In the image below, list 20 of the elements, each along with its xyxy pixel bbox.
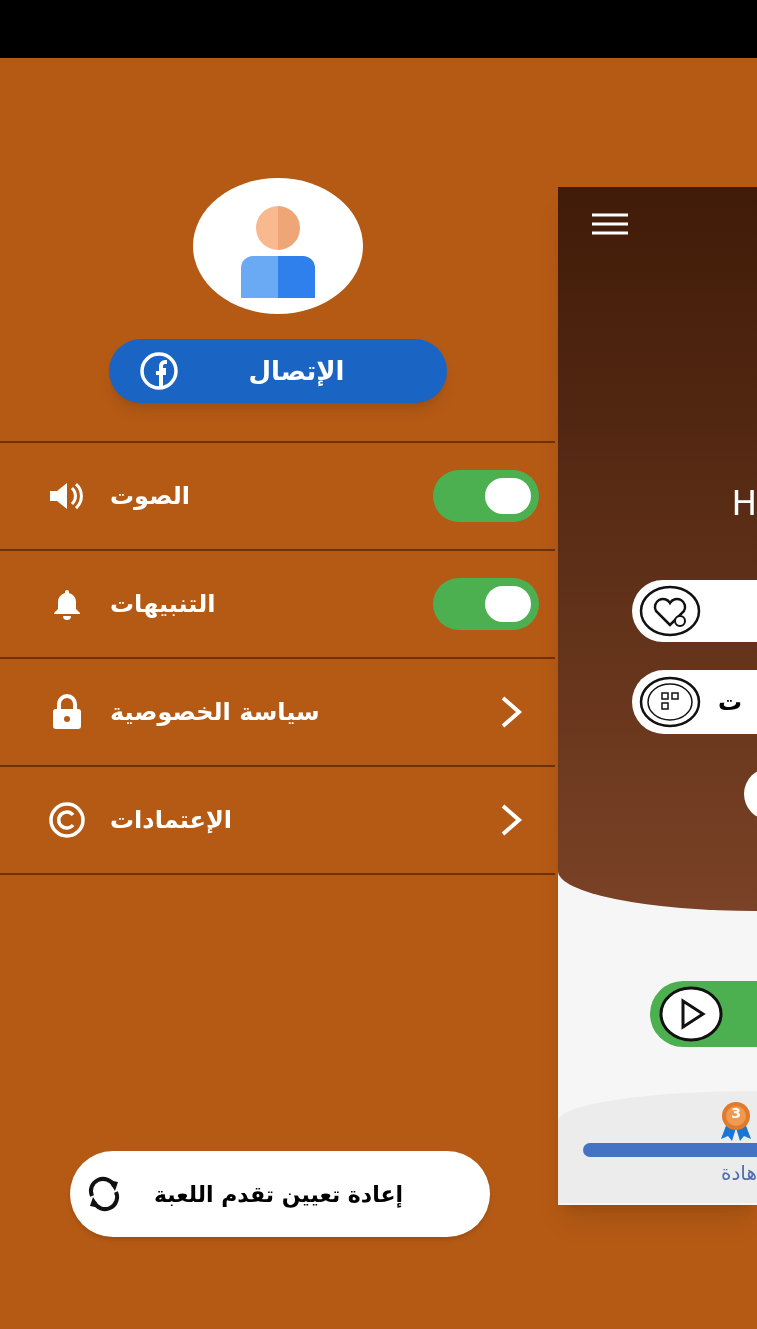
facebook-icon — [138, 351, 179, 391]
screen-title: H — [731, 486, 757, 520]
grid-icon — [638, 676, 702, 728]
category-button[interactable]: ت — [632, 670, 757, 734]
speaker-icon — [48, 480, 86, 512]
setting-label: التنبيهات — [110, 589, 216, 620]
play-button[interactable] — [650, 981, 757, 1047]
toggle-switch[interactable] — [433, 470, 539, 522]
favorite-button[interactable] — [632, 580, 757, 642]
setting-label: سياسة الخصوصية — [110, 697, 320, 728]
copyright-icon — [48, 801, 86, 839]
toggle-switch[interactable] — [433, 578, 539, 630]
menu-icon[interactable] — [590, 212, 630, 236]
login-button[interactable]: الإتصال — [108, 339, 447, 403]
setting-label: الصوت — [110, 481, 191, 512]
certificate-label: هادة — [720, 1163, 757, 1183]
avatar-icon — [192, 178, 363, 314]
reset-progress-button[interactable]: إعادة تعيين تقدم اللعبة — [70, 1151, 490, 1237]
lock-icon — [50, 694, 84, 730]
setting-label: الإعتمادات — [110, 805, 233, 836]
